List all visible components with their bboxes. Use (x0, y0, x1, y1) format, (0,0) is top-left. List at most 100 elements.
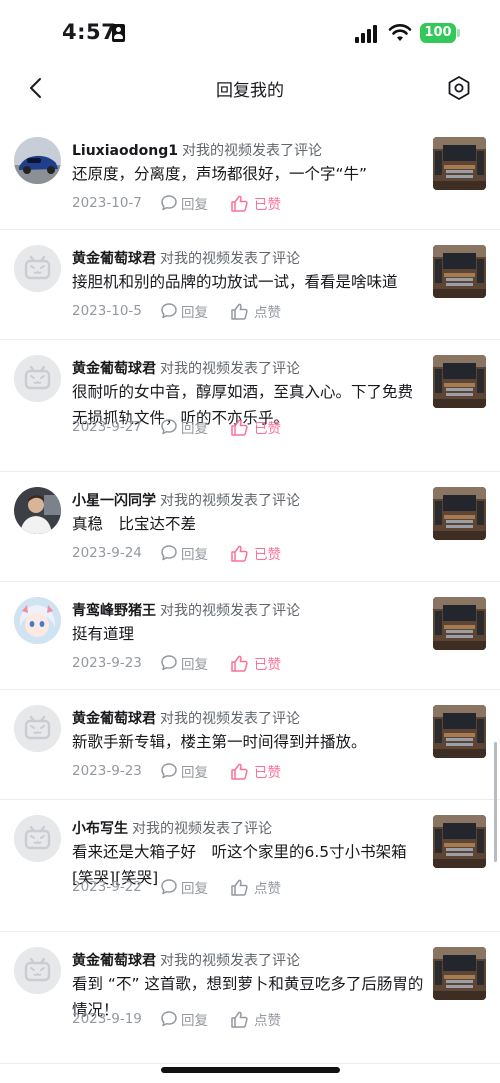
reply-date: 2023-9-22 (72, 879, 142, 895)
username[interactable]: 小星一闪同学 (72, 493, 156, 509)
reply-button[interactable]: 回复 (160, 193, 208, 213)
avatar[interactable] (14, 355, 61, 402)
reply-item[interactable]: 黄金葡萄球君 对我的视频发表了评论 看到 “不” 这首歌，想到萝卜和黄豆吃多了后肠胃… (0, 932, 500, 1064)
reply-date: 2023-9-23 (72, 763, 142, 779)
action-text: 对我的视频发表了评论 (160, 251, 300, 267)
reply-label: 回复 (181, 765, 208, 781)
username[interactable]: Liuxiaodong1 (72, 143, 178, 159)
like-button[interactable]: 已赞 (230, 653, 281, 673)
comment-text[interactable]: 挺有道理 (72, 621, 424, 647)
action-text: 对我的视频发表了评论 (160, 953, 300, 969)
comment-text[interactable]: 还原度，分离度，声场都很好，一个字“牛” (72, 161, 424, 187)
username[interactable]: 黄金葡萄球君 (72, 361, 156, 377)
reply-button[interactable]: 回复 (160, 877, 208, 897)
comment-icon (161, 655, 177, 671)
username[interactable]: 小布写生 (72, 821, 128, 837)
video-thumbnail[interactable] (433, 137, 486, 190)
like-button[interactable]: 点赞 (230, 877, 281, 897)
action-text: 对我的视频发表了评论 (160, 711, 300, 727)
reply-meta: 小布写生 对我的视频发表了评论 (72, 818, 272, 838)
comment-icon (161, 763, 177, 779)
like-label: 点赞 (254, 881, 281, 897)
avatar[interactable] (14, 137, 61, 184)
reply-button[interactable]: 回复 (160, 301, 208, 321)
reply-meta: 黄金葡萄球君 对我的视频发表了评论 (72, 950, 300, 970)
reply-button[interactable]: 回复 (160, 1009, 208, 1029)
like-label: 已赞 (254, 765, 281, 781)
avatar[interactable] (14, 705, 61, 752)
reply-item[interactable]: 黄金葡萄球君 对我的视频发表了评论接胆机和别的品牌的功放试一试，看看是啥味道 202… (0, 230, 500, 340)
action-text: 对我的视频发表了评论 (132, 821, 272, 837)
video-thumbnail[interactable] (433, 947, 486, 1000)
action-text: 对我的视频发表了评论 (181, 143, 322, 159)
reply-item[interactable]: 小星一闪同学 对我的视频发表了评论 真稳 比宝达不差 2023-9-24 回复 已赞 (0, 472, 500, 582)
reply-button[interactable]: 回复 (160, 761, 208, 781)
thumbs-up-icon (231, 1011, 248, 1028)
battery-tip (457, 29, 460, 37)
like-label: 已赞 (254, 197, 281, 213)
avatar[interactable] (14, 245, 61, 292)
like-label: 已赞 (254, 657, 281, 673)
comment-icon (161, 879, 177, 895)
like-button[interactable]: 已赞 (230, 193, 281, 213)
video-thumbnail[interactable] (433, 815, 486, 868)
reply-meta: 黄金葡萄球君 对我的视频发表了评论 (72, 358, 300, 378)
reply-item[interactable]: 小布写生 对我的视频发表了评论 看来还是大箱子好 听这个家里的6.5寸小书架箱[笑哭… (0, 800, 500, 932)
comment-text[interactable]: 真稳 比宝达不差 (72, 511, 424, 537)
video-thumbnail[interactable] (433, 355, 486, 408)
username[interactable]: 青鸾峰野猪王 (72, 603, 156, 619)
reply-date: 2023-9-23 (72, 655, 142, 671)
reply-button[interactable]: 回复 (160, 653, 208, 673)
reply-date: 2023-9-24 (72, 545, 142, 561)
reply-button[interactable]: 回复 (160, 543, 208, 563)
reply-date: 2023-9-27 (72, 419, 142, 435)
thumbs-up-icon (231, 879, 248, 896)
thumbs-up-icon (231, 545, 248, 562)
battery-indicator: 100 (420, 23, 456, 43)
video-thumbnail[interactable] (433, 487, 486, 540)
home-indicator[interactable] (161, 1067, 340, 1073)
status-time: 4:57 (62, 20, 117, 44)
comment-icon (161, 195, 177, 211)
settings-button[interactable] (444, 73, 474, 103)
scroll-indicator[interactable] (494, 742, 497, 862)
like-button[interactable]: 已赞 (230, 761, 281, 781)
video-thumbnail[interactable] (433, 245, 486, 298)
video-thumbnail[interactable] (433, 705, 486, 758)
reply-date: 2023-9-19 (72, 1011, 142, 1027)
avatar[interactable] (14, 947, 61, 994)
avatar[interactable] (14, 487, 61, 534)
action-text: 对我的视频发表了评论 (160, 603, 300, 619)
username[interactable]: 黄金葡萄球君 (72, 953, 156, 969)
like-label: 已赞 (254, 547, 281, 563)
reply-item[interactable]: 黄金葡萄球君 对我的视频发表了评论 很耐听的女中音，醇厚如酒，至真入心。下了免费无损… (0, 340, 500, 472)
like-button[interactable]: 点赞 (230, 1009, 281, 1029)
like-label: 点赞 (254, 1013, 281, 1029)
reply-item[interactable]: Liuxiaodong1 对我的视频发表了评论还原度，分离度，声场都很好，一个字“… (0, 122, 500, 230)
video-thumbnail[interactable] (433, 597, 486, 650)
reply-label: 回复 (181, 657, 208, 673)
reply-label: 回复 (181, 881, 208, 897)
username[interactable]: 黄金葡萄球君 (72, 251, 156, 267)
reply-date: 2023-10-5 (72, 303, 142, 319)
wifi-icon (388, 24, 412, 41)
reply-label: 回复 (181, 547, 208, 563)
like-button[interactable]: 点赞 (230, 301, 281, 321)
status-bar: 4:57 100 (0, 0, 500, 62)
reply-label: 回复 (181, 1013, 208, 1029)
avatar[interactable] (14, 815, 61, 862)
reply-button[interactable]: 回复 (160, 417, 208, 437)
reply-item[interactable]: 青鸾峰野猪王 对我的视频发表了评论挺有道理 2023-9-23 回复 已赞 (0, 582, 500, 690)
reply-meta: 黄金葡萄球君 对我的视频发表了评论 (72, 708, 300, 728)
like-label: 已赞 (254, 421, 281, 437)
comment-text[interactable]: 新歌手新专辑，楼主第一时间得到并播放。 (72, 729, 424, 755)
reply-label: 回复 (181, 197, 208, 213)
comment-text[interactable]: 接胆机和别的品牌的功放试一试，看看是啥味道 (72, 269, 424, 295)
reply-item[interactable]: 黄金葡萄球君 对我的视频发表了评论 新歌手新专辑，楼主第一时间得到并播放。 2023-… (0, 690, 500, 800)
username[interactable]: 黄金葡萄球君 (72, 711, 156, 727)
thumbs-up-icon (231, 419, 248, 436)
like-button[interactable]: 已赞 (230, 543, 281, 563)
reply-date: 2023-10-7 (72, 195, 142, 211)
like-button[interactable]: 已赞 (230, 417, 281, 437)
avatar[interactable] (14, 597, 61, 644)
